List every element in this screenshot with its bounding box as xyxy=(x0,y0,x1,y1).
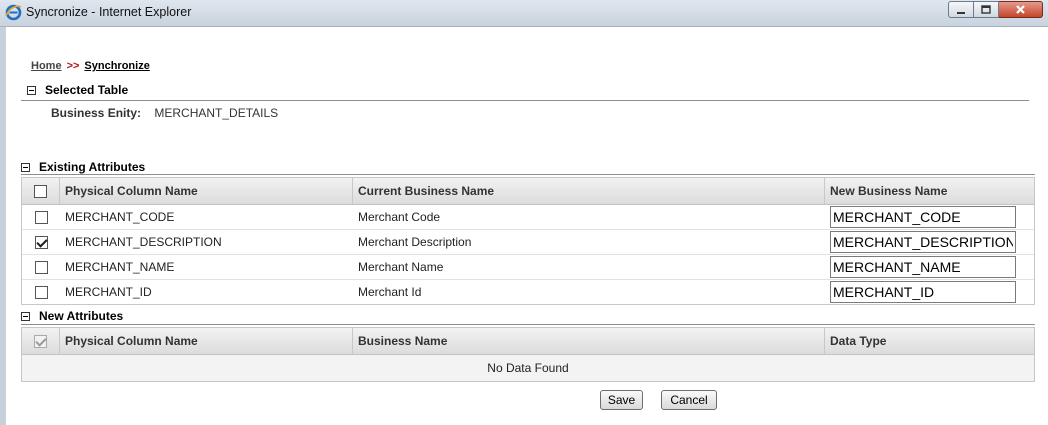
collapse-toggle-icon[interactable] xyxy=(21,311,30,321)
physical-column-name: MERCHANT_NAME xyxy=(65,260,175,274)
row-checkbox[interactable] xyxy=(34,285,48,299)
current-business-name: Merchant Code xyxy=(358,210,441,224)
window-title-bar: Syncronize - Internet Explorer xyxy=(0,0,1048,27)
selected-table-heading: Selected Table xyxy=(45,83,129,97)
column-header-current-business-name[interactable]: Current Business Name xyxy=(353,178,825,204)
row-checkbox[interactable] xyxy=(34,235,48,249)
column-header-data-type[interactable]: Data Type xyxy=(825,328,1034,354)
maximize-button[interactable] xyxy=(974,1,999,18)
business-entity-label: Business Enity: xyxy=(51,106,142,120)
table-row: MERCHANT_NAME Merchant Name xyxy=(22,255,1034,280)
section-divider xyxy=(21,324,1035,325)
business-entity-value: MERCHANT_DETAILS xyxy=(154,106,279,120)
breadcrumb: Home >> Synchronize xyxy=(31,60,150,72)
save-button[interactable]: Save xyxy=(600,390,643,410)
cancel-button[interactable]: Cancel xyxy=(661,390,717,410)
window-controls xyxy=(948,1,1043,18)
new-attributes-heading: New Attributes xyxy=(39,309,124,323)
column-header-new-business-name[interactable]: New Business Name xyxy=(825,178,1034,204)
section-divider xyxy=(21,100,1029,101)
row-checkbox[interactable] xyxy=(34,260,48,274)
physical-column-name: MERCHANT_ID xyxy=(65,285,152,299)
physical-column-name: MERCHANT_CODE xyxy=(65,210,175,224)
new-attributes-table: Physical Column Name Business Name Data … xyxy=(21,327,1035,382)
collapse-toggle-icon[interactable] xyxy=(27,85,36,95)
select-all-cell xyxy=(22,178,60,204)
table-header-row: Physical Column Name Current Business Na… xyxy=(22,178,1034,205)
column-header-physical-name[interactable]: Physical Column Name xyxy=(60,178,353,204)
minimize-icon xyxy=(957,11,965,14)
selected-table-header: Selected Table xyxy=(27,83,128,97)
breadcrumb-home-link[interactable]: Home xyxy=(31,60,62,72)
column-header-business-name[interactable]: Business Name xyxy=(353,328,825,354)
ie-icon xyxy=(5,4,22,21)
table-row: MERCHANT_DESCRIPTION Merchant Descriptio… xyxy=(22,230,1034,255)
minimize-button[interactable] xyxy=(948,1,974,18)
current-business-name: Merchant Name xyxy=(358,260,444,274)
section-divider xyxy=(21,174,1035,175)
close-button[interactable] xyxy=(999,1,1043,18)
breadcrumb-separator: >> xyxy=(66,60,80,72)
window-title: Syncronize - Internet Explorer xyxy=(26,5,192,19)
current-business-name: Merchant Description xyxy=(358,235,472,249)
collapse-toggle-icon[interactable] xyxy=(21,162,30,172)
empty-state-message: No Data Found xyxy=(22,355,1034,381)
table-row: MERCHANT_CODE Merchant Code xyxy=(22,205,1034,230)
breadcrumb-current-link[interactable]: Synchronize xyxy=(84,60,149,72)
existing-attributes-heading: Existing Attributes xyxy=(39,160,146,174)
new-attributes-header: New Attributes xyxy=(21,309,123,323)
row-checkbox[interactable] xyxy=(34,210,48,224)
table-row: MERCHANT_ID Merchant Id xyxy=(22,280,1034,304)
new-business-name-input[interactable] xyxy=(830,256,1016,278)
column-header-physical-name[interactable]: Physical Column Name xyxy=(60,328,353,354)
select-all-checkbox-disabled xyxy=(34,334,47,348)
physical-column-name: MERCHANT_DESCRIPTION xyxy=(65,235,222,249)
business-entity-row: Business Enity: MERCHANT_DETAILS xyxy=(51,106,278,120)
new-business-name-input[interactable] xyxy=(830,206,1016,228)
maximize-icon xyxy=(981,4,991,14)
table-header-row: Physical Column Name Business Name Data … xyxy=(22,328,1034,355)
select-all-checkbox[interactable] xyxy=(34,184,47,198)
new-business-name-input[interactable] xyxy=(830,281,1016,303)
close-icon xyxy=(1016,5,1025,14)
existing-attributes-table: Physical Column Name Current Business Na… xyxy=(21,177,1035,305)
select-all-cell xyxy=(22,328,60,354)
current-business-name: Merchant Id xyxy=(358,285,422,299)
window-left-border xyxy=(0,27,6,425)
existing-attributes-header: Existing Attributes xyxy=(21,160,145,174)
new-business-name-input[interactable] xyxy=(830,231,1016,253)
